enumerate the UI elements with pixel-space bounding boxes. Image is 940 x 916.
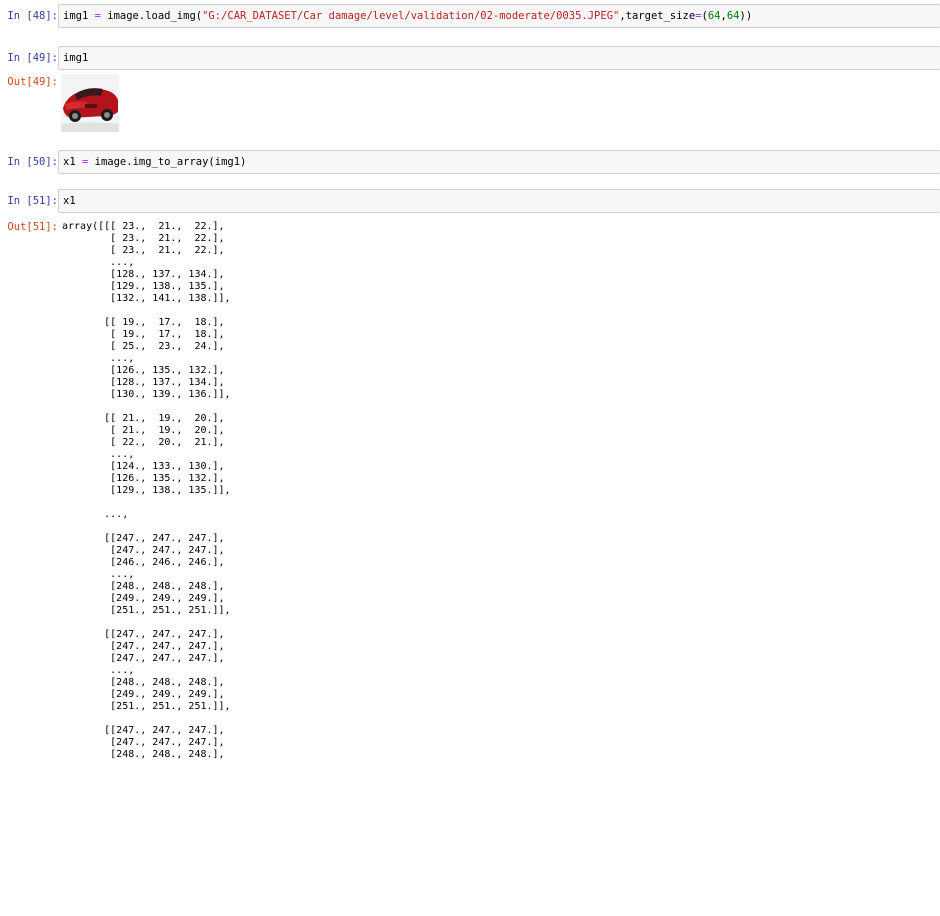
car-thumbnail-icon: [61, 74, 119, 132]
code-token-var-x1: x1: [63, 156, 76, 168]
array-output-51: array([[[ 23., 21., 22.], [ 23., 21., 22…: [62, 221, 231, 760]
code-token-call-50: image.img_to_array(img1): [88, 156, 247, 168]
code-token-kw: ,target_size: [619, 10, 696, 22]
code-text-51: x1: [63, 195, 76, 207]
input-prompt-51: In [51]:: [7, 195, 58, 207]
code-text-49: img1: [63, 52, 89, 64]
code-token-eq-50: =: [75, 156, 89, 168]
code-token-close: )): [739, 10, 753, 22]
car-image-output: [61, 74, 119, 132]
input-prompt-49: In [49]:: [7, 52, 58, 64]
code-input-50[interactable]: x1 = image.img_to_array(img1): [58, 150, 940, 174]
notebook-cell-49[interactable]: In [49]: img1 Out[49]:: [0, 42, 940, 142]
code-token-call: =: [88, 10, 101, 22]
output-prompt-49: Out[49]:: [7, 76, 58, 88]
code-token-num-1: 64: [707, 10, 721, 22]
code-token-var: img1: [63, 10, 89, 22]
code-token-call-rest: image.load_img(: [100, 10, 203, 22]
code-text-48: img1 = image.load_img("G:/CAR_DATASET/Ca…: [63, 9, 752, 23]
input-prompt-50: In [50]:: [7, 156, 58, 168]
notebook-cell-51[interactable]: In [51]: x1 Out[51]: array([[[ 23., 21.,…: [0, 185, 940, 916]
code-input-48[interactable]: img1 = image.load_img("G:/CAR_DATASET/Ca…: [58, 4, 940, 28]
code-token-eq: =: [88, 10, 101, 22]
output-prompt-51: Out[51]:: [7, 221, 58, 233]
input-prompt-48: In [48]:: [7, 10, 58, 22]
code-text-50: x1 = image.img_to_array(img1): [63, 155, 246, 169]
code-input-51[interactable]: x1: [58, 189, 940, 213]
code-input-49[interactable]: img1: [58, 46, 940, 70]
code-token-path-string: "G:/CAR_DATASET/Car damage/level/validat…: [202, 10, 620, 22]
notebook-cell-48[interactable]: In [48]: img1 = image.load_img("G:/CAR_D…: [0, 0, 940, 30]
notebook-cell-50[interactable]: In [50]: x1 = image.img_to_array(img1): [0, 146, 940, 176]
code-token-num-2: 64: [726, 10, 740, 22]
